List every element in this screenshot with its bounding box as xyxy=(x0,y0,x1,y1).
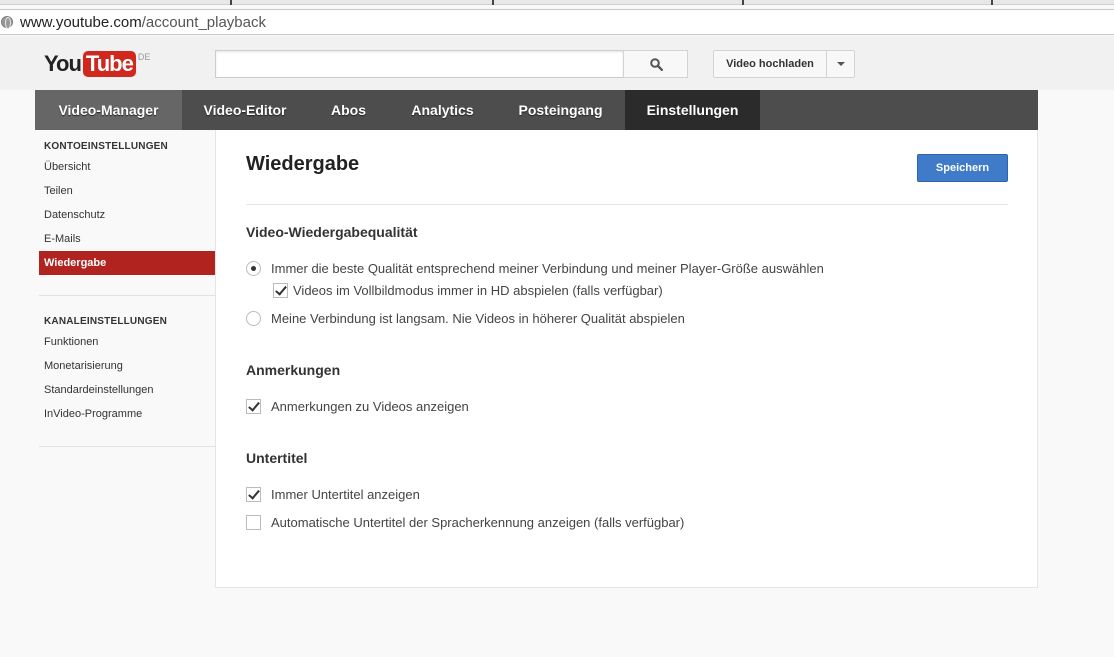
subtitles-always-checkbox[interactable] xyxy=(246,486,261,502)
sidebar-item-standardeinstellungen[interactable]: Standardeinstellungen xyxy=(39,378,215,402)
logo-region: DE xyxy=(137,52,151,62)
quality-option-hd[interactable]: Videos im Vollbildmodus immer in HD absp… xyxy=(273,281,663,299)
site-header: You Tube DE Video hochladen xyxy=(0,36,1114,90)
quality-best-radio[interactable] xyxy=(246,260,261,276)
address-url[interactable]: www.youtube.com/account_playback xyxy=(20,14,266,31)
search-icon xyxy=(650,58,663,71)
subtitles-option-auto[interactable]: Automatische Untertitel der Spracherkenn… xyxy=(246,513,684,531)
logo-you: You xyxy=(44,51,82,76)
quality-best-label: Immer die beste Qualität entsprechend me… xyxy=(271,260,824,276)
sidebar-item-emails[interactable]: E-Mails xyxy=(39,227,215,251)
quality-hd-label: Videos im Vollbildmodus immer in HD absp… xyxy=(293,282,663,298)
search-input[interactable] xyxy=(215,50,623,78)
subtitles-always-label: Immer Untertitel anzeigen xyxy=(271,486,420,502)
subtitles-auto-label: Automatische Untertitel der Spracherkenn… xyxy=(271,514,685,530)
settings-sidebar: KONTOEINSTELLUNGEN Übersicht Teilen Date… xyxy=(39,130,215,447)
subtitles-option-always[interactable]: Immer Untertitel anzeigen xyxy=(246,485,420,503)
globe-icon xyxy=(1,16,13,29)
account-settings-heading: KONTOEINSTELLUNGEN xyxy=(44,141,168,152)
tab-separator xyxy=(991,0,993,5)
tab-separator xyxy=(492,0,494,5)
annotations-show-label: Anmerkungen zu Videos anzeigen xyxy=(271,398,469,414)
nav-analytics[interactable]: Analytics xyxy=(389,90,496,130)
quality-heading: Video-Wiedergabequalität xyxy=(246,224,418,240)
annotations-heading: Anmerkungen xyxy=(246,362,341,378)
channel-settings-heading: KANALEINSTELLUNGEN xyxy=(44,316,168,327)
sidebar-item-wiedergabe[interactable]: Wiedergabe xyxy=(39,251,215,275)
browser-tabstrip xyxy=(0,0,1114,5)
nav-einstellungen[interactable]: Einstellungen xyxy=(625,90,760,130)
search-button[interactable] xyxy=(623,50,688,78)
tab-separator xyxy=(230,0,232,5)
address-bar[interactable]: www.youtube.com/account_playback xyxy=(0,9,1114,35)
sidebar-divider xyxy=(39,446,215,447)
upload-menu-button[interactable] xyxy=(826,50,855,78)
quality-option-best[interactable]: Immer die beste Qualität entsprechend me… xyxy=(246,259,824,277)
subtitles-auto-checkbox[interactable] xyxy=(246,514,261,530)
logo-tube: Tube xyxy=(82,51,136,77)
url-domain: www.youtube.com xyxy=(20,14,142,31)
annotations-option-show[interactable]: Anmerkungen zu Videos anzeigen xyxy=(246,397,469,415)
title-divider xyxy=(246,204,1008,205)
nav-posteingang[interactable]: Posteingang xyxy=(496,90,625,130)
settings-panel: Wiedergabe Speichern Video-Wiedergabequa… xyxy=(215,130,1038,588)
sidebar-item-invideo-programme[interactable]: InVideo-Programme xyxy=(39,402,215,426)
nav-video-manager[interactable]: Video-Manager xyxy=(35,90,182,130)
sidebar-item-uebersicht[interactable]: Übersicht xyxy=(39,155,215,179)
upload-video-button[interactable]: Video hochladen xyxy=(713,50,827,78)
sidebar-item-teilen[interactable]: Teilen xyxy=(39,179,215,203)
sidebar-item-monetarisierung[interactable]: Monetarisierung xyxy=(39,354,215,378)
sidebar-item-funktionen[interactable]: Funktionen xyxy=(39,330,215,354)
url-path: /account_playback xyxy=(141,14,266,31)
sidebar-item-datenschutz[interactable]: Datenschutz xyxy=(39,203,215,227)
page-title: Wiedergabe xyxy=(246,153,360,175)
nav-video-editor[interactable]: Video-Editor xyxy=(182,90,308,130)
save-button[interactable]: Speichern xyxy=(917,154,1008,182)
youtube-logo[interactable]: You Tube DE xyxy=(44,51,150,77)
nav-abos[interactable]: Abos xyxy=(308,90,389,130)
main-nav: Video-Manager Video-Editor Abos Analytic… xyxy=(35,90,1038,130)
quality-option-slow[interactable]: Meine Verbindung ist langsam. Nie Videos… xyxy=(246,309,685,327)
annotations-show-checkbox[interactable] xyxy=(246,398,261,414)
quality-slow-label: Meine Verbindung ist langsam. Nie Videos… xyxy=(271,310,685,326)
quality-slow-radio[interactable] xyxy=(246,310,261,326)
quality-hd-checkbox[interactable] xyxy=(273,282,288,298)
tab-separator xyxy=(742,0,744,5)
subtitles-heading: Untertitel xyxy=(246,450,308,466)
